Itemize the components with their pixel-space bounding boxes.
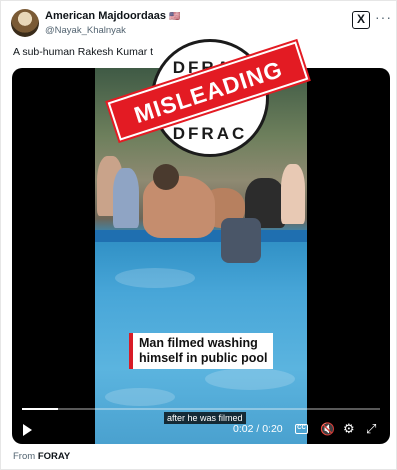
water-ripple — [205, 368, 295, 390]
video-controls: 0:02 / 0:20 CC 🔇 ⚙ ⤢ — [12, 416, 390, 442]
settings-icon[interactable]: ⚙ — [343, 421, 355, 437]
fullscreen-icon[interactable]: ⤢ — [366, 421, 376, 437]
source-name[interactable]: FORAY — [38, 451, 70, 462]
author-display-name[interactable]: American Majdoordaas — [45, 10, 166, 22]
us-flag-icon: 🇺🇸 — [169, 10, 181, 21]
x-logo-icon[interactable]: X — [352, 11, 370, 29]
tweet-card: American Majdoordaas 🇺🇸 @Nayak_Khalnyak … — [0, 0, 397, 470]
swimmer-figure — [221, 218, 261, 263]
source-label: From — [13, 451, 38, 462]
play-icon[interactable] — [23, 424, 32, 436]
spectator-figure — [113, 168, 139, 228]
caption-line: Man filmed washing — [139, 336, 258, 350]
stamp-bottom-text: DFRAC — [172, 124, 248, 143]
captions-icon[interactable]: CC — [295, 424, 308, 434]
water-ripple — [115, 268, 195, 288]
news-caption: Man filmed washing himself in public poo… — [129, 333, 274, 369]
video-time: 0:02 / 0:20 — [233, 423, 283, 435]
progress-bar[interactable] — [22, 408, 380, 410]
tweet-text: A sub-human Rakesh Kumar t — [13, 46, 154, 58]
author-name-row[interactable]: American Majdoordaas 🇺🇸 — [45, 10, 180, 22]
swimmer-figure — [153, 164, 179, 190]
author-handle[interactable]: @Nayak_Khalnyak — [45, 25, 126, 36]
volume-muted-icon[interactable]: 🔇 — [320, 422, 335, 436]
avatar[interactable] — [11, 9, 39, 37]
source-attribution: From FORAY — [13, 451, 70, 462]
more-icon[interactable]: ··· — [375, 9, 392, 25]
spectator-figure — [281, 164, 305, 224]
water-ripple — [105, 388, 175, 406]
progress-fill — [22, 408, 58, 410]
caption-line: himself in public pool — [139, 351, 268, 365]
swimmer-figure — [143, 176, 215, 238]
tweet-header: American Majdoordaas 🇺🇸 @Nayak_Khalnyak … — [11, 7, 391, 41]
